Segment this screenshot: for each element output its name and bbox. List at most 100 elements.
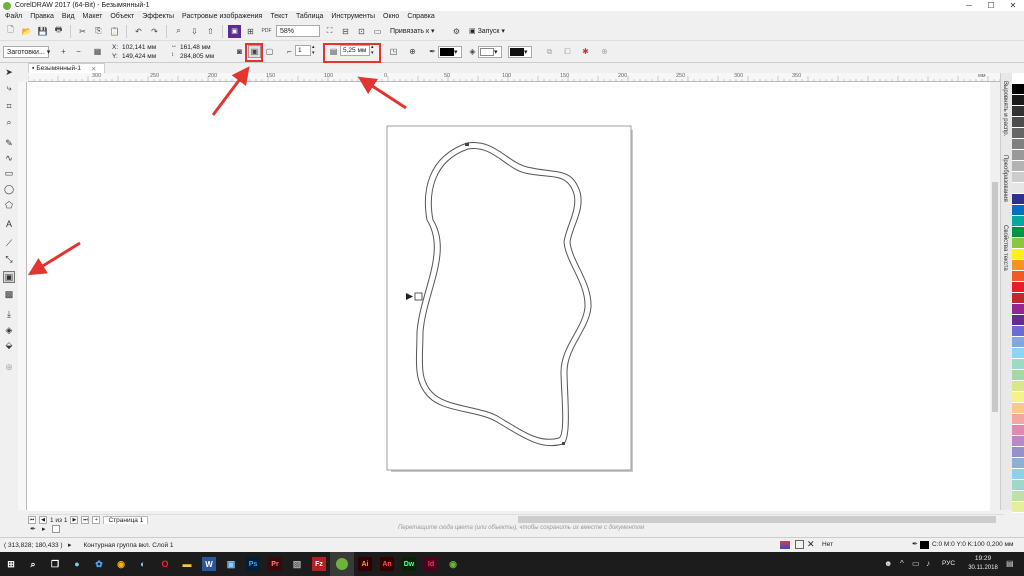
text-tool-icon[interactable]: A (3, 218, 15, 230)
palette-swatch[interactable] (1012, 227, 1024, 238)
filezilla-icon[interactable]: Fz (308, 552, 330, 576)
palette-swatch[interactable] (1012, 117, 1024, 128)
palette-swatch[interactable] (1012, 183, 1024, 194)
palette-swatch[interactable] (1012, 205, 1024, 216)
vertical-ruler[interactable] (18, 82, 27, 510)
menu-tools[interactable]: Инструменты (331, 13, 375, 20)
clock-date[interactable]: 30.11.2018 (963, 565, 1003, 571)
clear-effect-icon[interactable]: ✱ (579, 45, 592, 58)
height-input[interactable]: 284,805 мм (178, 51, 222, 62)
palette-swatch[interactable] (1012, 194, 1024, 205)
language-indicator[interactable]: РУС (942, 560, 955, 567)
menu-object[interactable]: Объект (110, 13, 134, 20)
contour-steps-input[interactable]: 1 (295, 45, 311, 56)
dreamweaver-icon[interactable]: Dw (398, 552, 420, 576)
presets-dropdown[interactable]: Заготовки... ▾ (3, 46, 50, 58)
eyedropper-icon[interactable]: ✒ (30, 525, 36, 533)
taskbar-app-icon[interactable]: ▣ (220, 552, 242, 576)
palette-swatch[interactable] (1012, 139, 1024, 150)
docker-transform[interactable]: Преобразования (1002, 155, 1008, 202)
palette-swatch[interactable] (1012, 260, 1024, 271)
no-color-swatch[interactable] (52, 525, 60, 533)
docker-align[interactable]: Выровнять и распр. (1002, 81, 1008, 136)
polygon-tool-icon[interactable]: ⬠ (3, 199, 15, 211)
palette-swatch[interactable] (1012, 480, 1024, 491)
palette-swatch[interactable] (1012, 403, 1024, 414)
palette-swatch[interactable] (1012, 436, 1024, 447)
docker-text-properties[interactable]: Свойства текста (1002, 225, 1008, 271)
menu-effects[interactable]: Эффекты (142, 13, 174, 20)
menu-view[interactable]: Вид (62, 13, 75, 20)
menu-edit[interactable]: Правка (30, 13, 54, 20)
animate-icon[interactable]: An (376, 552, 398, 576)
taskbar-app-icon[interactable]: ● (66, 552, 88, 576)
volume-icon[interactable]: ♪ (926, 559, 930, 568)
app-launcher-icon[interactable]: ▣ (228, 24, 241, 38)
palette-swatch[interactable] (1012, 381, 1024, 392)
menu-bitmaps[interactable]: Растровые изображения (182, 13, 262, 20)
prev-page-button[interactable]: ◀ (39, 516, 47, 524)
add-tool-icon[interactable]: ⊕ (3, 361, 15, 373)
palette-swatch[interactable] (1012, 502, 1024, 513)
next-page-button[interactable]: ▶ (70, 516, 79, 524)
menu-table[interactable]: Таблица (296, 13, 323, 20)
menu-layout[interactable]: Макет (83, 13, 103, 20)
zoom-level-dropdown[interactable]: 58% (276, 25, 320, 37)
taskbar-app-icon[interactable]: ◐ (132, 552, 154, 576)
outline-color-picker[interactable]: ▾ (438, 46, 462, 58)
options-gear-icon[interactable]: ⚙ (450, 25, 463, 38)
freehand-tool-icon[interactable]: ✎ (3, 137, 15, 149)
import-icon[interactable]: ⇩ (188, 25, 201, 38)
add-property-icon[interactable]: ⊕ (598, 45, 611, 58)
drawing-canvas[interactable] (27, 82, 990, 511)
tray-chevron-icon[interactable]: ^ (900, 559, 904, 568)
transparency-tool-icon[interactable]: ▩ (3, 288, 15, 300)
palette-swatch[interactable] (1012, 337, 1024, 348)
coreldraw-taskbar-icon[interactable] (330, 552, 354, 576)
undo-icon[interactable]: ↶ (132, 25, 145, 38)
node-marker[interactable] (562, 442, 565, 445)
palette-swatch[interactable] (1012, 95, 1024, 106)
palette-swatch[interactable] (1012, 84, 1024, 95)
document-tab[interactable]: ▪ Безымянный-1 ✕ (28, 63, 106, 73)
palette-swatch[interactable] (1012, 326, 1024, 337)
steps-spinner[interactable]: ▴ ▾ (312, 44, 315, 56)
maximize-button[interactable]: ☐ (980, 0, 1002, 11)
publish-pdf-icon[interactable]: PDF (260, 25, 273, 38)
palette-swatch[interactable] (1012, 216, 1024, 227)
horizontal-ruler[interactable]: 300 250 200 150 100 0 50 100 150 200 250… (28, 73, 1004, 82)
network-icon[interactable]: ▭ (912, 559, 920, 568)
premiere-icon[interactable]: Pr (264, 552, 286, 576)
palette-swatch[interactable] (1012, 304, 1024, 315)
opera-icon[interactable]: O (154, 552, 176, 576)
close-button[interactable]: ✕ (1002, 0, 1024, 11)
horizontal-scrollbar[interactable] (518, 516, 996, 523)
export-icon[interactable]: ⇧ (204, 25, 217, 38)
corel-connect-icon[interactable]: ⊞ (244, 25, 257, 38)
taskbar-app-icon[interactable]: ▨ (286, 552, 308, 576)
palette-swatch[interactable] (1012, 128, 1024, 139)
palette-swatch[interactable] (1012, 315, 1024, 326)
pick-tool-icon[interactable]: ➤ (3, 66, 15, 78)
search-content-icon[interactable]: ⌕ (172, 25, 185, 38)
print-icon[interactable]: 🖶 (52, 25, 65, 38)
chrome-icon[interactable]: ◉ (110, 552, 132, 576)
save-icon[interactable]: 💾 (36, 25, 49, 38)
palette-options-icon[interactable]: ▸ (42, 525, 46, 533)
word-icon[interactable]: W (202, 557, 216, 571)
clear-contour-icon[interactable]: ⧠ (561, 45, 574, 58)
redo-icon[interactable]: ↷ (148, 25, 161, 38)
last-page-button[interactable]: ⏭ (81, 516, 90, 524)
palette-swatch[interactable] (1012, 73, 1024, 84)
add-preset-icon[interactable]: + (57, 45, 70, 58)
launch-dropdown[interactable]: ▣ Запуск ▾ (466, 25, 516, 37)
eyedropper-tool-icon[interactable]: ⤓ (3, 308, 15, 320)
close-tab-icon[interactable]: ✕ (91, 65, 96, 73)
rulers-icon[interactable]: ⊟ (339, 25, 352, 38)
corel-app-icon[interactable]: ◉ (442, 552, 464, 576)
contour-corners-icon[interactable]: ◳ (387, 45, 400, 58)
full-screen-icon[interactable]: ⛶ (323, 25, 336, 38)
palette-swatch[interactable] (1012, 249, 1024, 260)
palette-swatch[interactable] (1012, 359, 1024, 370)
paste-icon[interactable]: 📋 (108, 25, 121, 38)
